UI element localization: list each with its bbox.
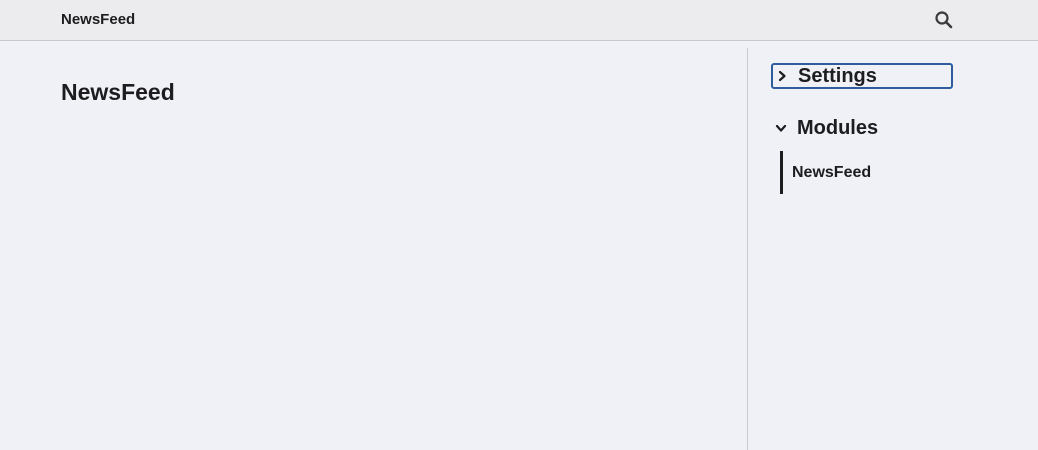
modules-list: NewsFeed: [780, 151, 980, 194]
page-title: NewsFeed: [61, 79, 175, 105]
chevron-down-icon: [775, 122, 787, 134]
search-icon: [935, 11, 953, 29]
settings-section-label: Settings: [798, 65, 877, 87]
top-bar: NewsFeed: [0, 0, 1038, 41]
search-button[interactable]: [934, 10, 954, 30]
chevron-right-icon: [776, 70, 788, 82]
modules-section-toggle[interactable]: Modules: [773, 115, 878, 141]
sidebar: Settings Modules NewsFeed: [748, 41, 1038, 450]
module-item-newsfeed[interactable]: NewsFeed: [792, 164, 871, 182]
main-content: NewsFeed: [0, 41, 748, 450]
settings-section-toggle[interactable]: Settings: [771, 63, 953, 89]
app-title[interactable]: NewsFeed: [61, 11, 135, 29]
modules-section-label: Modules: [797, 117, 879, 139]
